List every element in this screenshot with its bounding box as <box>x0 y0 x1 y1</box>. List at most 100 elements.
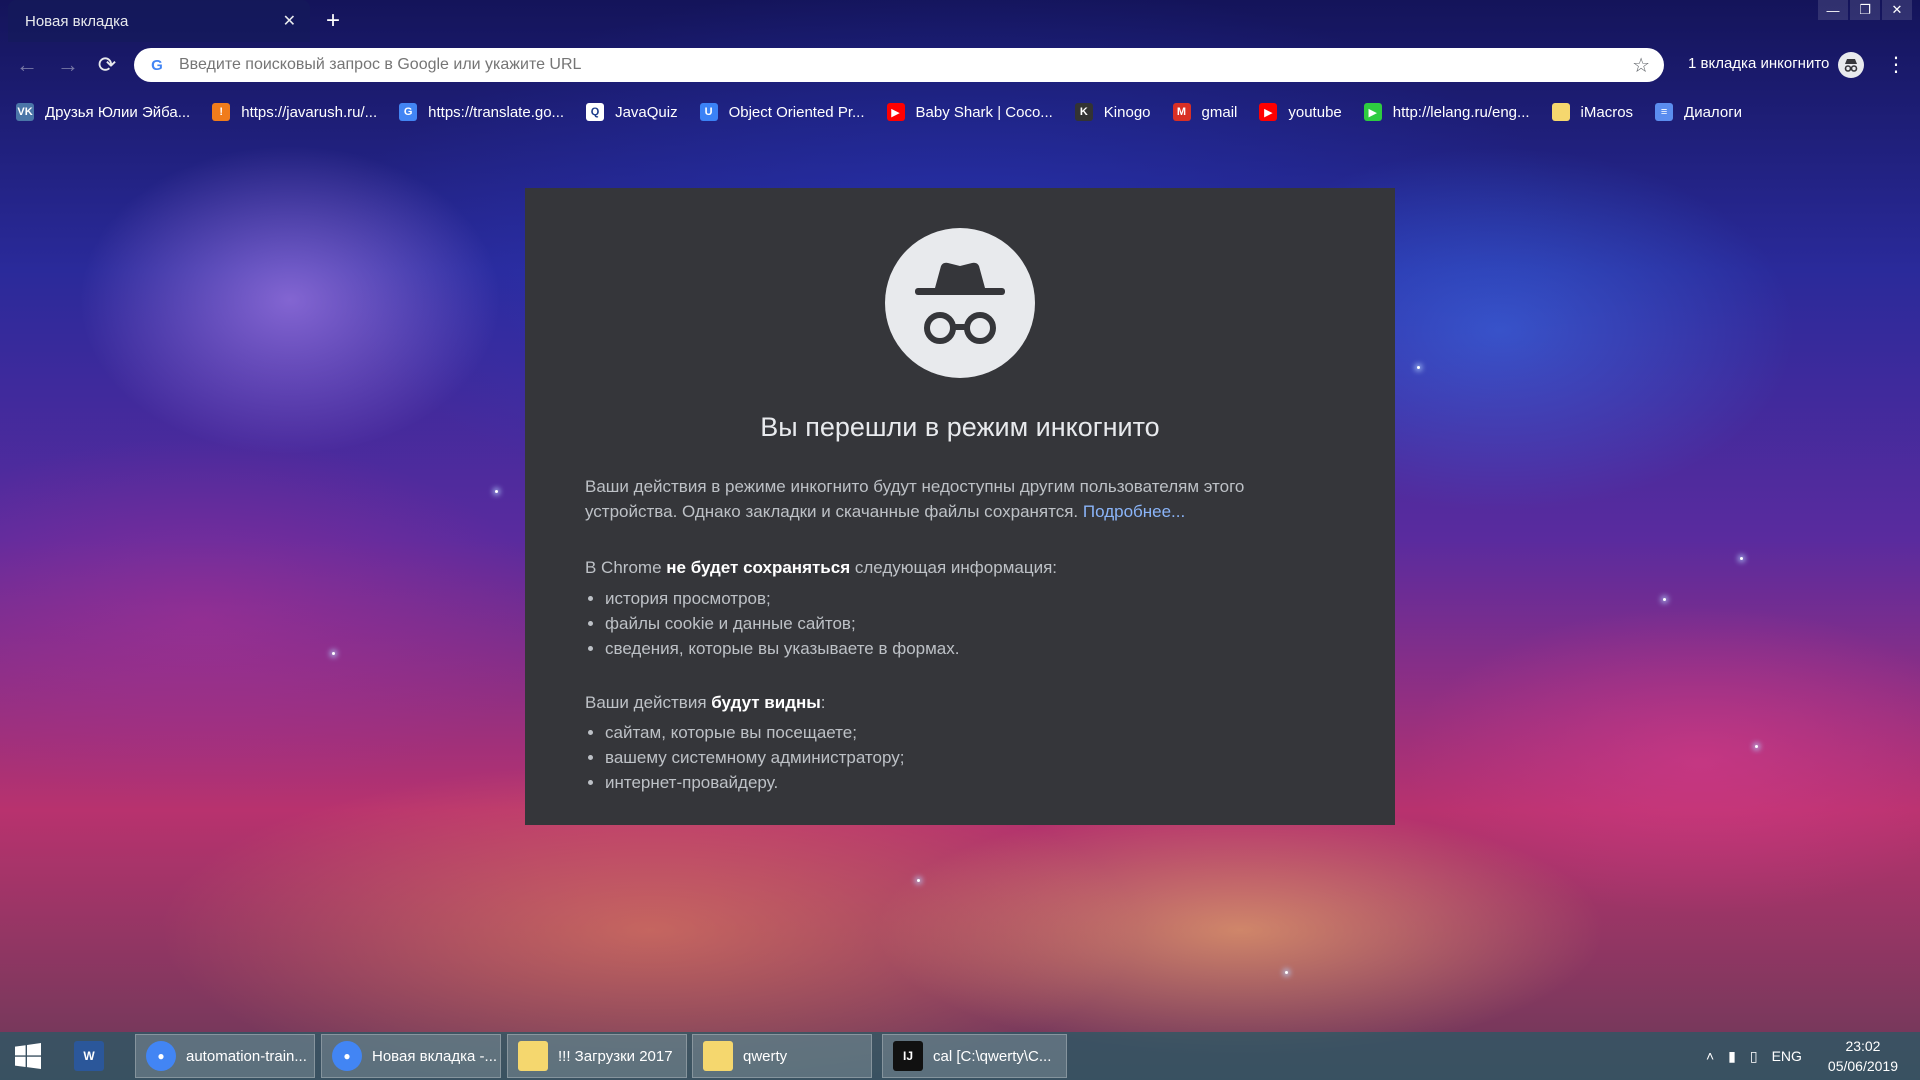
lelang-icon: ▶ <box>1363 103 1382 121</box>
youtube-icon: ▶ <box>1259 103 1278 121</box>
incognito-avatar-icon[interactable] <box>1838 52 1864 78</box>
battery-icon[interactable]: ▯ <box>1750 1048 1758 1065</box>
show-hidden-icons-icon[interactable]: ˄ <box>1706 1048 1714 1064</box>
bookmark-label: JavaQuiz <box>615 103 678 121</box>
network-signal-icon[interactable]: ▮ <box>1728 1048 1736 1065</box>
google-translate-icon: G <box>399 103 418 121</box>
taskbar-app-label: qwerty <box>743 1047 788 1065</box>
star-decoration <box>1285 971 1288 974</box>
not-saved-bold: не будет сохраняться <box>666 558 851 577</box>
forward-arrow-icon[interactable]: → <box>55 52 81 78</box>
incognito-count-label[interactable]: 1 вкладка инкогнито <box>1688 55 1829 72</box>
chrome-icon: ● <box>332 1041 362 1071</box>
bookmark-label: iMacros <box>1580 103 1634 121</box>
tab-title: Новая вкладка <box>25 12 129 30</box>
clock-date: 05/06/2019 <box>1827 1058 1898 1074</box>
close-icon[interactable]: ✕ <box>283 11 296 31</box>
language-indicator[interactable]: ENG <box>1772 1048 1802 1064</box>
clock-time: 23:02 <box>1845 1038 1881 1054</box>
star-decoration <box>1755 745 1758 748</box>
reload-icon[interactable]: ⟳ <box>94 52 120 78</box>
visible-prefix: Ваши действия <box>585 693 707 712</box>
javaquiz-icon: Q <box>586 103 605 121</box>
star-decoration <box>1663 598 1666 601</box>
bookmark-label: http://lelang.ru/eng... <box>1392 103 1530 121</box>
restore-button[interactable]: ❐ <box>1850 0 1880 20</box>
new-tab-button[interactable]: + <box>326 7 340 35</box>
bookmark-item[interactable]: Mgmail <box>1172 103 1238 121</box>
list-item: интернет-провайдеру. <box>605 770 904 795</box>
not-saved-heading: В Chrome не будет сохраняться следующая … <box>585 555 1325 580</box>
bookmark-label: Друзья Юлии Эйба... <box>45 103 191 121</box>
list-item: сведения, которые вы указываете в формах… <box>605 636 959 661</box>
list-item: файлы cookie и данные сайтов; <box>605 611 959 636</box>
kinogo-icon: K <box>1074 103 1093 121</box>
bookmarks-bar: VK Друзья Юлии Эйба...! https://javarush.r… <box>0 92 1920 132</box>
omnibox-input[interactable] <box>177 55 1633 75</box>
close-window-button[interactable]: ✕ <box>1882 0 1912 20</box>
bookmark-item[interactable]: ≡ Диалоги <box>1655 103 1742 121</box>
tab-strip: Новая вкладка ✕ + — ❐ ✕ <box>0 0 1920 42</box>
learn-more-link[interactable]: Подробнее... <box>1083 502 1185 521</box>
start-button[interactable] <box>0 1032 56 1080</box>
minimize-button[interactable]: — <box>1818 0 1848 20</box>
bookmark-label: youtube <box>1288 103 1342 121</box>
visible-to-list: сайтам, которые вы посещаете; вашему сис… <box>585 720 904 795</box>
google-icon: G <box>151 56 163 74</box>
taskbar-app[interactable]: ● Новая вкладка -... <box>321 1034 501 1078</box>
bookmark-item[interactable]: Q JavaQuiz <box>586 103 678 121</box>
bookmark-item[interactable]: ▶ youtube <box>1259 103 1342 121</box>
toolbar: ← → ⟳ G ☆ 1 вкладка инкогнито ⋮ <box>0 42 1920 88</box>
word-icon: W <box>74 1041 104 1071</box>
vk-icon: VK <box>16 103 34 121</box>
folder-icon <box>518 1041 548 1071</box>
bookmark-label: gmail <box>1201 103 1238 121</box>
star-decoration <box>1417 366 1420 369</box>
intellij-icon: IJ <box>893 1041 923 1071</box>
taskbar-app-label: automation-train... <box>186 1047 307 1065</box>
incognito-title: Вы перешли в режим инкогнито <box>760 412 1160 442</box>
list-item: сайтам, которые вы посещаете; <box>605 720 904 745</box>
dialogs-icon: ≡ <box>1655 103 1674 121</box>
not-saved-prefix: В Chrome <box>585 558 662 577</box>
folder-icon <box>1551 103 1570 121</box>
bookmark-item[interactable]: U Object Oriented Pr... <box>699 103 865 121</box>
bookmark-label: https://javarush.ru/... <box>241 103 378 121</box>
windows-icon <box>15 1043 41 1069</box>
javarush-icon: ! <box>212 103 231 121</box>
taskbar-app[interactable]: ● automation-train... <box>135 1034 315 1078</box>
incognito-card: Вы перешли в режим инкогнито Ваши действ… <box>525 188 1395 825</box>
folder-icon <box>703 1041 733 1071</box>
bookmark-item[interactable]: VK Друзья Юлии Эйба... <box>16 103 190 121</box>
taskbar-app-label: Новая вкладка -... <box>372 1047 498 1065</box>
visible-bold: будут видны <box>711 693 821 712</box>
menu-icon[interactable]: ⋮ <box>1886 52 1906 77</box>
bookmark-label: https://translate.go... <box>428 103 565 121</box>
star-decoration <box>332 652 335 655</box>
bookmark-item[interactable]: ▶ Baby Shark | Coco... <box>886 103 1053 121</box>
bookmark-item[interactable]: ! https://javarush.ru/... <box>212 103 377 121</box>
taskbar-app-label: !!! Загрузки 2017 <box>558 1047 673 1065</box>
list-item: вашему системному администратору; <box>605 745 904 770</box>
star-decoration <box>1740 557 1743 560</box>
omnibox[interactable]: G ☆ <box>134 48 1664 82</box>
taskbar-app[interactable]: !!! Загрузки 2017 <box>507 1034 687 1078</box>
incognito-logo-icon <box>885 228 1035 378</box>
star-decoration <box>495 490 498 493</box>
bookmark-item[interactable]: Ghttps://translate.go... <box>399 103 564 121</box>
bookmark-item[interactable]: ▶ http://lelang.ru/eng... <box>1363 103 1530 121</box>
star-decoration <box>917 879 920 882</box>
taskbar-app[interactable]: W <box>64 1034 130 1078</box>
bookmark-item[interactable]: iMacros <box>1551 103 1634 121</box>
udemy-icon: U <box>699 103 718 121</box>
bookmark-label: Диалоги <box>1684 103 1743 121</box>
bookmark-item[interactable]: K Kinogo <box>1074 103 1151 121</box>
taskbar-app[interactable]: IJ cal [C:\qwerty\C... <box>882 1034 1067 1078</box>
back-arrow-icon[interactable]: ← <box>14 52 40 78</box>
gmail-icon: M <box>1172 103 1191 121</box>
taskbar-app[interactable]: qwerty <box>692 1034 872 1078</box>
clock[interactable]: 23:02 05/06/2019 <box>1828 1036 1898 1076</box>
bookmark-star-icon[interactable]: ☆ <box>1632 53 1650 78</box>
tab-new-tab[interactable]: Новая вкладка ✕ <box>8 0 310 42</box>
visible-suffix: : <box>820 693 826 712</box>
